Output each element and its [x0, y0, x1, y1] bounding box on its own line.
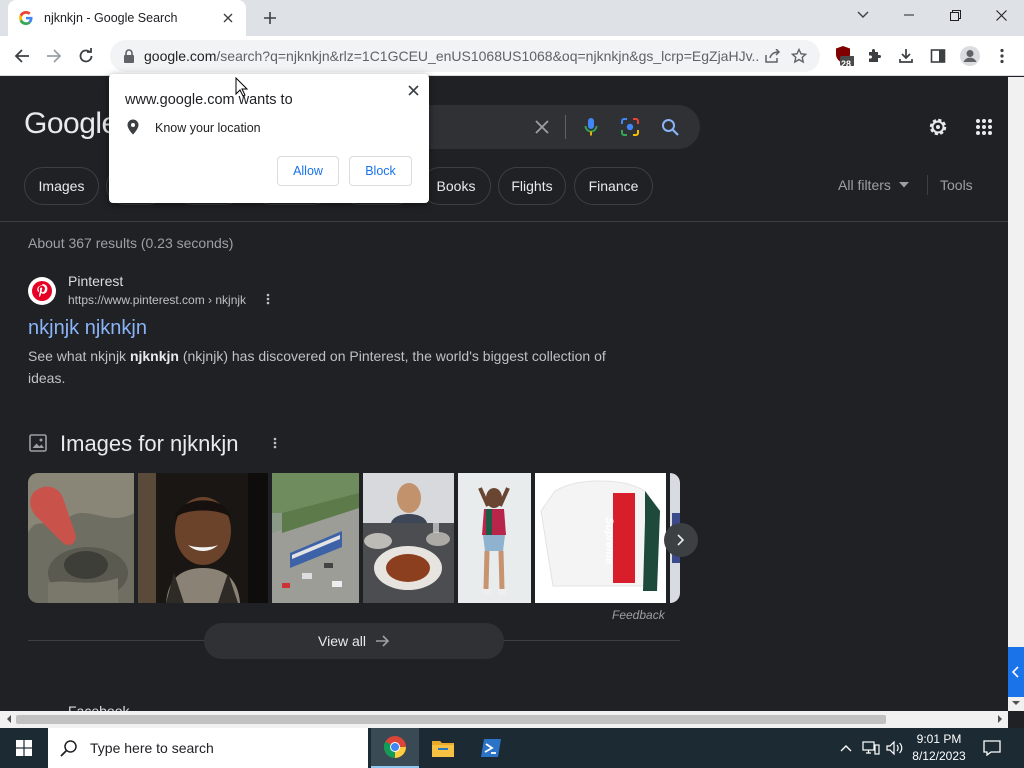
- taskbar-clock[interactable]: 9:01 PM 8/12/2023: [906, 731, 972, 765]
- images-section-title[interactable]: Images for njknkjn: [60, 431, 239, 457]
- location-pin-icon: [125, 118, 141, 136]
- close-window-icon[interactable]: [978, 0, 1024, 30]
- image-thumbnail[interactable]: [28, 473, 134, 603]
- pinterest-logo-icon[interactable]: [28, 277, 56, 305]
- google-logo[interactable]: Google: [24, 107, 118, 141]
- tray-volume-icon[interactable]: [884, 728, 906, 768]
- tab-close-icon[interactable]: [220, 10, 236, 26]
- extension-badge: 28: [841, 59, 852, 69]
- scroll-left-arrow-icon[interactable]: [0, 711, 16, 727]
- taskbar-search-icon: [60, 740, 77, 757]
- all-filters-label: All filters: [838, 177, 891, 193]
- reload-icon[interactable]: [72, 42, 100, 70]
- taskbar-search-box[interactable]: Type here to search: [48, 728, 368, 768]
- profile-avatar-icon[interactable]: [956, 42, 984, 70]
- supreme-logo-text: Supreme: [603, 517, 615, 565]
- taskbar-file-explorer-icon[interactable]: [419, 728, 467, 768]
- tray-chevron-up-icon[interactable]: [837, 728, 855, 768]
- scroll-right-arrow-icon[interactable]: [992, 711, 1008, 727]
- chrome-menu-icon[interactable]: [988, 42, 1016, 70]
- clock-time: 9:01 PM: [916, 732, 962, 746]
- browser-toolbar: google.com/search?q=njknkjn&rlz=1C1GCEU_…: [0, 36, 1024, 76]
- tab-strip: njknkjn - Google Search: [0, 0, 1024, 36]
- action-center-notification-icon[interactable]: [978, 728, 1006, 768]
- permission-title: www.google.com wants to: [125, 92, 293, 108]
- chip-flights[interactable]: Flights: [498, 167, 566, 205]
- taskbar-chrome-icon[interactable]: [371, 728, 419, 768]
- mouse-cursor-icon: [235, 77, 249, 97]
- google-apps-grid-icon[interactable]: [971, 114, 997, 140]
- all-filters-button[interactable]: All filters: [838, 177, 909, 193]
- url-text[interactable]: google.com/search?q=njknkjn&rlz=1C1GCEU_…: [144, 48, 760, 64]
- image-thumbnail-strip: Supreme: [28, 473, 680, 603]
- arrow-right-icon: [376, 635, 390, 647]
- lens-camera-icon[interactable]: [618, 115, 642, 139]
- result-title-link[interactable]: nkjnjk njknkjn: [28, 317, 147, 340]
- side-panel-icon[interactable]: [924, 42, 952, 70]
- horizontal-scroll-thumb[interactable]: [16, 715, 886, 724]
- view-all-button[interactable]: View all: [204, 623, 504, 659]
- address-bar[interactable]: google.com/search?q=njknkjn&rlz=1C1GCEU_…: [110, 40, 820, 72]
- tools-button[interactable]: Tools: [940, 177, 973, 193]
- clock-date: 8/12/2023: [912, 749, 966, 763]
- header-divider: [0, 221, 1008, 222]
- browser-tab-active[interactable]: njknkjn - Google Search: [8, 0, 246, 36]
- tab-search-icon[interactable]: [840, 0, 886, 30]
- result-snippet: See what nkjnjk njknkjn (nkjnjk) has dis…: [28, 348, 606, 386]
- minimize-icon[interactable]: [886, 0, 932, 30]
- result-more-options-icon[interactable]: [262, 291, 274, 307]
- tab-title: njknkjn - Google Search: [44, 11, 178, 25]
- result-site-name[interactable]: Pinterest: [68, 273, 123, 289]
- windows-start-icon[interactable]: [0, 728, 48, 768]
- next-images-chevron-icon[interactable]: [664, 523, 698, 557]
- view-all-label: View all: [318, 633, 366, 649]
- search-magnifier-icon[interactable]: [658, 115, 682, 139]
- side-panel-toggle-chevron-icon[interactable]: [1008, 647, 1024, 697]
- scroll-down-arrow-icon[interactable]: [1008, 695, 1024, 711]
- block-button[interactable]: Block: [349, 156, 412, 186]
- google-favicon-icon: [18, 10, 34, 26]
- taskbar-powershell-icon[interactable]: [467, 728, 515, 768]
- new-tab-button[interactable]: [258, 7, 282, 29]
- allow-button[interactable]: Allow: [277, 156, 339, 186]
- image-thumbnail[interactable]: Supreme: [535, 473, 666, 603]
- share-icon[interactable]: [760, 43, 786, 69]
- voice-search-mic-icon[interactable]: [579, 115, 603, 139]
- windows-taskbar: Type here to search 9:01 PM 8/12/2023: [0, 728, 1024, 768]
- image-thumbnail[interactable]: [272, 473, 359, 603]
- settings-gear-icon[interactable]: [925, 114, 951, 140]
- images-feedback-link[interactable]: Feedback: [612, 608, 665, 622]
- close-dialog-icon[interactable]: [403, 80, 423, 100]
- forward-arrow-icon[interactable]: [40, 42, 68, 70]
- result-stats: About 367 results (0.23 seconds): [28, 235, 234, 251]
- result-url[interactable]: https://www.pinterest.com › nkjnjk: [68, 293, 246, 307]
- search-divider: [565, 115, 566, 139]
- taskbar-search-placeholder: Type here to search: [90, 740, 214, 756]
- next-result-site-name[interactable]: Facebook: [68, 703, 129, 711]
- caret-down-icon: [898, 182, 909, 188]
- restore-icon[interactable]: [932, 0, 978, 30]
- ublock-extension-icon[interactable]: 28: [830, 42, 858, 70]
- bookmark-star-icon[interactable]: [786, 43, 812, 69]
- image-thumbnail[interactable]: [363, 473, 454, 603]
- permission-item: Know your location: [155, 121, 261, 135]
- clear-search-icon[interactable]: [530, 115, 554, 139]
- image-section-icon: [28, 433, 48, 453]
- chip-finance[interactable]: Finance: [574, 167, 653, 205]
- tray-network-icon[interactable]: [860, 728, 882, 768]
- location-permission-dialog: www.google.com wants to Know your locati…: [109, 74, 429, 203]
- back-arrow-icon[interactable]: [8, 42, 36, 70]
- lock-icon[interactable]: [120, 47, 138, 65]
- image-thumbnail[interactable]: [138, 473, 268, 603]
- chip-books[interactable]: Books: [421, 167, 491, 205]
- download-icon[interactable]: [892, 42, 920, 70]
- horizontal-scrollbar[interactable]: [0, 711, 1008, 728]
- extensions-puzzle-icon[interactable]: [860, 42, 888, 70]
- filters-divider: [927, 175, 928, 195]
- images-more-options-icon[interactable]: [270, 435, 280, 451]
- chip-images[interactable]: Images: [24, 167, 99, 205]
- vertical-scrollbar[interactable]: [1008, 77, 1024, 711]
- image-thumbnail[interactable]: [458, 473, 531, 603]
